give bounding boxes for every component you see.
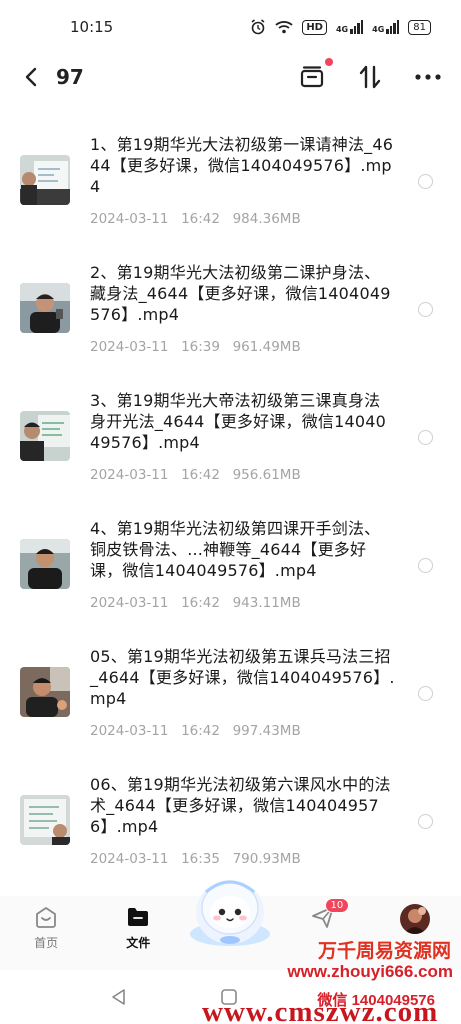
chevron-left-icon [25, 67, 37, 87]
back-button[interactable] [18, 62, 44, 92]
watermark-line-2: www.zhouyi666.com [287, 962, 453, 981]
video-thumbnail [20, 795, 70, 845]
top-bar: 97 [0, 54, 461, 100]
file-name: 3、第19期华光大帝法初级第三课真身法身开光法_4644【更多好课，微信1404… [90, 391, 387, 452]
wifi-icon [275, 21, 293, 34]
file-name: 1、第19期华光大法初级第一课请神法_4644【更多好课，微信140404957… [90, 135, 394, 196]
file-meta: 2024-03-11 16:42 997.43MB [90, 723, 301, 739]
folder-icon [128, 908, 149, 926]
file-meta: 2024-03-11 16:42 984.36MB [90, 211, 301, 227]
select-radio[interactable] [418, 302, 433, 317]
file-name: 4、第19期华光法初级第四课开手剑法、铜皮铁骨法、...神鞭等_4644【更多好… [90, 519, 381, 580]
avatar [399, 904, 430, 934]
selection-count: 97 [56, 65, 84, 89]
hd-icon: HD [302, 19, 327, 35]
watermark-line-1: 万千周易资源网 [317, 941, 451, 962]
select-radio[interactable] [418, 174, 433, 189]
video-thumbnail [20, 411, 70, 461]
file-item[interactable]: 2、第19期华光大法初级第二课护身法、藏身法_4644【更多好课，微信14040… [0, 236, 461, 364]
status-bar: 10:15 HD 4G 4G 81 [0, 0, 461, 54]
video-thumbnail [20, 539, 70, 589]
file-item[interactable]: 3、第19期华光大帝法初级第三课真身法身开光法_4644【更多好课，微信1404… [0, 364, 461, 492]
more-button[interactable] [413, 62, 443, 92]
status-time: 10:15 [70, 18, 114, 36]
video-thumbnail [20, 155, 70, 205]
file-item[interactable]: 1、第19期华光大法初级第一课请神法_4644【更多好课，微信140404957… [0, 108, 461, 236]
nav-files[interactable]: 文件 [92, 896, 184, 970]
sort-icon [359, 65, 381, 89]
battery-indicator: 81 [408, 19, 431, 35]
nav-files-label: 文件 [126, 936, 151, 950]
file-name: 2、第19期华光大法初级第二课护身法、藏身法_4644【更多好课，微信14040… [90, 263, 391, 324]
select-radio[interactable] [418, 558, 433, 573]
robot-mascot-icon [190, 880, 270, 946]
file-name: 06、第19期华光法初级第六课风水中的法术_4644【更多好课，微信140404… [90, 775, 391, 836]
status-icons: HD 4G 4G 81 [250, 19, 431, 35]
triangle-back-icon [112, 989, 125, 1005]
file-name: 05、第19期华光法初级第五课兵马法三招_4644【更多好课，微信1404049… [90, 647, 395, 708]
video-thumbnail [20, 283, 70, 333]
file-item[interactable]: 06、第19期华光法初级第六课风水中的法术_4644【更多好课，微信140404… [0, 748, 461, 876]
inbox-icon [300, 66, 324, 88]
file-meta: 2024-03-11 16:42 956.61MB [90, 467, 301, 483]
nav-home[interactable]: 首页 [0, 896, 92, 970]
alarm-icon [251, 19, 265, 35]
file-meta: 2024-03-11 16:39 961.49MB [90, 339, 301, 355]
file-meta: 2024-03-11 16:35 790.93MB [90, 851, 301, 867]
select-radio[interactable] [418, 814, 433, 829]
system-back-button[interactable] [110, 988, 128, 1010]
watermark-line-4: www.cmszwz.com [202, 996, 439, 1024]
more-dots-icon [415, 74, 441, 80]
file-meta: 2024-03-11 16:42 943.11MB [90, 595, 301, 611]
select-radio[interactable] [418, 686, 433, 701]
notification-dot [325, 58, 333, 66]
select-radio[interactable] [418, 430, 433, 445]
share-badge: 10 [324, 898, 350, 913]
video-thumbnail [20, 667, 70, 717]
file-item[interactable]: 4、第19期华光法初级第四课开手剑法、铜皮铁骨法、...神鞭等_4644【更多好… [0, 492, 461, 620]
file-item[interactable]: 05、第19期华光法初级第五课兵马法三招_4644【更多好课，微信1404049… [0, 620, 461, 748]
transfer-button[interactable] [297, 58, 333, 92]
assistant-mascot[interactable] [184, 872, 276, 948]
signal-icon-2: 4G [372, 20, 400, 34]
nav-home-label: 首页 [34, 936, 59, 950]
signal-icon-1: 4G [336, 20, 364, 34]
sort-button[interactable] [355, 62, 385, 92]
file-list: 1、第19期华光大法初级第一课请神法_4644【更多好课，微信140404957… [0, 108, 461, 876]
home-icon [36, 907, 56, 928]
